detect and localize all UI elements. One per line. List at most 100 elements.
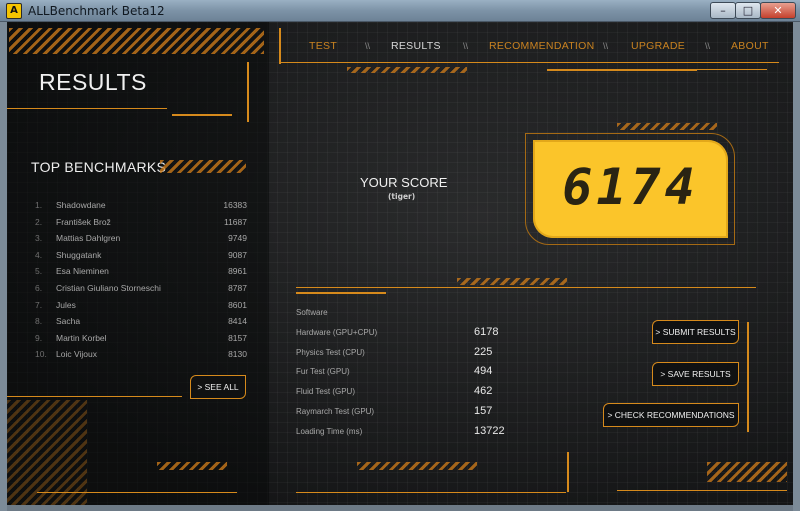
- player-name: Loic Vijoux: [56, 349, 97, 360]
- benchmark-list: 1. Shadowdane 16383 2. František Brož 11…: [31, 198, 253, 364]
- player-score: 8414: [228, 316, 247, 327]
- submit-results-button[interactable]: > SUBMIT RESULTS: [652, 320, 739, 344]
- player-name: Sacha: [56, 316, 81, 327]
- result-value: 13722: [474, 424, 505, 437]
- table-row: Raymarch Test (GPU) 157: [296, 405, 536, 425]
- window-frame-right: [793, 22, 800, 511]
- hazard-stripes-decor: [617, 123, 717, 130]
- divider: [567, 452, 569, 492]
- result-label: Fluid Test (GPU): [296, 387, 355, 397]
- hazard-stripes-decor: [160, 160, 246, 173]
- window-frame-left: [0, 22, 7, 511]
- list-item: 7. Jules 8601: [31, 298, 253, 315]
- divider: [296, 492, 566, 493]
- nav-tab-about[interactable]: ABOUT: [731, 40, 769, 52]
- rank: 2.: [35, 216, 43, 227]
- hazard-stripes-decor: [707, 462, 787, 482]
- player-score: 9087: [228, 249, 247, 260]
- player-score: 8787: [228, 282, 247, 293]
- maximize-button[interactable]: □: [735, 2, 761, 19]
- player-name: František Brož: [56, 216, 111, 227]
- close-button[interactable]: ✕: [760, 2, 796, 19]
- result-value: 157: [474, 404, 493, 417]
- rank: 7.: [35, 299, 43, 310]
- list-item: 4. Shuggatank 9087: [31, 248, 253, 265]
- player-score: 8961: [228, 266, 247, 277]
- nav-tab-upgrade[interactable]: UPGRADE: [631, 40, 685, 52]
- result-label: Loading Time (ms): [296, 426, 363, 436]
- player-score: 8157: [228, 332, 247, 343]
- rank: 1.: [35, 200, 43, 210]
- player-name: Martin Korbel: [56, 332, 107, 343]
- hazard-stripes-decor: [347, 67, 467, 73]
- list-item: 9. Martin Korbel 8157: [31, 331, 253, 348]
- hazard-stripes-decor: [7, 400, 87, 505]
- list-item: 2. František Brož 11687: [31, 215, 253, 232]
- list-item: 6. Cristian Giuliano Storneschi 8787: [31, 281, 253, 298]
- player-name: Esa Nieminen: [56, 266, 109, 277]
- divider: [279, 62, 779, 63]
- score-profile: (tiger): [388, 192, 416, 201]
- result-label: Physics Test (CPU): [296, 347, 365, 357]
- divider: [296, 292, 386, 294]
- player-name: Shuggatank: [56, 249, 102, 260]
- rank: 4.: [35, 249, 43, 260]
- nav-tab-results[interactable]: RESULTS: [391, 40, 441, 52]
- divider: [279, 28, 281, 64]
- divider: [37, 492, 237, 493]
- nav-tab-recommendation[interactable]: RECOMMENDATION: [489, 40, 595, 52]
- result-value: 6178: [474, 325, 499, 338]
- player-score: 16383: [223, 200, 247, 210]
- nav-separator: \\: [365, 41, 371, 51]
- result-value: 225: [474, 345, 493, 358]
- app-logo-icon: A: [6, 3, 22, 19]
- player-score: 11687: [223, 216, 247, 227]
- score-value: 6174: [562, 158, 699, 216]
- list-item: 5. Esa Nieminen 8961: [31, 264, 253, 281]
- divider: [7, 396, 182, 397]
- player-score: 8130: [228, 349, 247, 360]
- nav-separator: \\: [603, 41, 609, 51]
- main-nav: TEST \\ RESULTS \\ RECOMMENDATION \\ UPG…: [287, 36, 777, 56]
- rank: 9.: [35, 332, 43, 343]
- player-name: Cristian Giuliano Storneschi: [56, 282, 161, 293]
- window-title: ALLBenchmark Beta12: [28, 4, 165, 18]
- player-name: Shadowdane: [56, 200, 106, 210]
- divider: [547, 69, 697, 71]
- results-table: Software Hardware (GPU+CPU) 6178 Physics…: [296, 306, 536, 445]
- list-item: 10. Loic Vijoux 8130: [31, 347, 253, 364]
- player-name: Jules: [56, 299, 76, 310]
- divider: [172, 114, 232, 116]
- minimize-button[interactable]: –: [710, 2, 736, 19]
- table-row: Fur Test (GPU) 494: [296, 365, 536, 385]
- table-row: Hardware (GPU+CPU) 6178: [296, 326, 536, 346]
- nav-separator: \\: [705, 41, 711, 51]
- hazard-stripes-decor: [9, 28, 264, 54]
- hazard-stripes-decor: [457, 278, 567, 285]
- save-results-button[interactable]: > SAVE RESULTS: [652, 362, 739, 386]
- page-title: RESULTS: [39, 69, 147, 95]
- check-recommendations-button[interactable]: > CHECK RECOMMENDATIONS: [603, 403, 739, 427]
- rank: 10.: [35, 349, 47, 360]
- see-all-button[interactable]: > SEE ALL: [190, 375, 246, 399]
- hazard-stripes-decor: [157, 462, 227, 470]
- result-label: Hardware (GPU+CPU): [296, 327, 378, 337]
- divider: [296, 287, 756, 288]
- nav-tab-test[interactable]: TEST: [309, 40, 337, 52]
- result-label: Fur Test (GPU): [296, 367, 350, 377]
- divider: [697, 69, 767, 70]
- result-value: 494: [474, 365, 493, 378]
- score-display: 6174: [533, 140, 728, 238]
- table-row: Physics Test (CPU) 225: [296, 346, 536, 366]
- rank: 8.: [35, 316, 43, 327]
- player-name: Mattias Dahlgren: [56, 233, 121, 244]
- rank: 6.: [35, 282, 43, 293]
- table-row: Software: [296, 306, 536, 326]
- nav-separator: \\: [463, 41, 469, 51]
- divider: [747, 322, 749, 432]
- window-titlebar[interactable]: A ALLBenchmark Beta12 – □ ✕: [0, 0, 800, 22]
- result-value: 462: [474, 385, 493, 398]
- result-label: Raymarch Test (GPU): [296, 406, 375, 416]
- divider: [247, 62, 249, 122]
- rank: 5.: [35, 266, 43, 277]
